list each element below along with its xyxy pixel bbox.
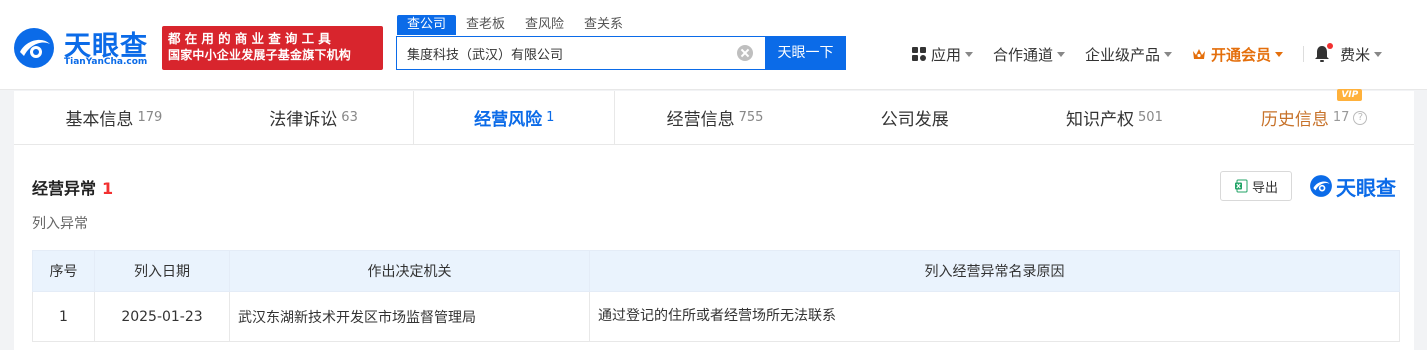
search-button[interactable]: 天眼一下 [765, 36, 846, 70]
clear-icon[interactable] [737, 45, 753, 61]
tab-basic-info[interactable]: 基本信息 179 [14, 91, 214, 144]
nav-partner-label: 合作通道 [993, 45, 1054, 64]
tab-label: 历史信息 [1260, 110, 1329, 130]
chevron-down-icon [1057, 51, 1066, 57]
search-tab-company[interactable]: 查公司 [397, 15, 457, 35]
search-input[interactable] [397, 37, 727, 69]
tab-label: 公司发展 [880, 110, 949, 130]
tab-count: 17 [1332, 110, 1350, 125]
notification-bell[interactable] [1314, 43, 1334, 63]
tab-operation-info[interactable]: 经营信息 755 [615, 91, 815, 144]
notification-dot [1327, 43, 1334, 49]
nav-user[interactable]: 费米 [1340, 44, 1383, 65]
tab-intellectual-property[interactable]: 知识产权 501 [1015, 91, 1215, 144]
cell-authority[interactable]: 武汉东湖新技术开发区市场监督管理局 [229, 291, 590, 342]
brand-text: 天眼查 [1336, 175, 1396, 200]
tianyancha-watermark-logo: 天眼查 [1309, 171, 1396, 201]
col-authority: 作出决定机关 [229, 250, 590, 292]
chevron-down-icon [1374, 51, 1383, 57]
col-index: 序号 [32, 250, 95, 292]
tab-history-info[interactable]: VIP 历史信息 17 ? [1214, 89, 1414, 144]
section-subtitle: 列入异常 [32, 216, 88, 232]
tab-count: 1 [546, 110, 555, 125]
abnormal-operation-section: 经营异常 1 列入异常 导出 天眼查 序号 列入日期 作出决定机关 列入经营异常名… [14, 145, 1414, 350]
top-nav: 应用 合作通道 企业级产品 开通会员 费米 [912, 43, 1402, 65]
chevron-down-icon [965, 51, 974, 57]
nav-enterprise-label: 企业级产品 [1085, 45, 1161, 64]
nav-partner[interactable]: 合作通道 [993, 44, 1066, 65]
search-tab-boss[interactable]: 查老板 [456, 15, 515, 35]
search-tab-relation[interactable]: 查关系 [574, 15, 633, 35]
tab-count: 501 [1138, 110, 1163, 125]
tab-label: 基本信息 [65, 110, 134, 130]
search-type-tabs: 查公司 查老板 查风险 查关系 [397, 15, 633, 35]
excel-icon [1234, 179, 1248, 193]
nav-apps-label: 应用 [931, 45, 962, 64]
search-tab-risk[interactable]: 查风险 [515, 15, 574, 35]
grid-icon [912, 47, 926, 61]
section-count: 1 [102, 179, 114, 198]
company-tabs: 基本信息 179 法律诉讼 63 经营风险 1 经营信息 755 公司发展 知识… [14, 89, 1414, 145]
col-date: 列入日期 [94, 250, 230, 292]
section-title: 经营异常 1 [32, 175, 113, 199]
export-label: 导出 [1251, 180, 1278, 196]
tab-company-development[interactable]: 公司发展 [815, 91, 1015, 144]
section-title-text: 经营异常 [32, 179, 97, 198]
promo-banner[interactable]: 都在用的商业查询工具 国家中小企业发展子基金旗下机构 [162, 26, 383, 70]
col-reason: 列入经营异常名录原因 [589, 250, 1400, 292]
top-header: 天眼查 TianYanCha.com 都在用的商业查询工具 国家中小企业发展子基… [0, 0, 1427, 90]
nav-apps[interactable]: 应用 [912, 44, 974, 65]
abnormal-list-table: 序号 列入日期 作出决定机关 列入经营异常名录原因 1 2025-01-23 武… [32, 250, 1400, 342]
chevron-down-icon [1164, 51, 1173, 57]
tianyancha-logo[interactable]: 天眼查 TianYanCha.com [12, 24, 157, 74]
chevron-down-icon [1275, 51, 1284, 57]
tab-count: 755 [738, 110, 764, 125]
tab-legal[interactable]: 法律诉讼 63 [214, 91, 414, 144]
search-box [396, 36, 766, 70]
tab-label: 经营信息 [666, 110, 735, 130]
banner-subline: 国家中小企业发展子基金旗下机构 [168, 48, 352, 62]
cell-date: 2025-01-23 [94, 291, 230, 342]
logo-icon [14, 28, 54, 68]
tab-label: 知识产权 [1066, 110, 1135, 130]
nav-enterprise[interactable]: 企业级产品 [1085, 44, 1173, 65]
export-button[interactable]: 导出 [1220, 171, 1292, 201]
tab-label: 法律诉讼 [269, 110, 338, 130]
tab-operational-risk[interactable]: 经营风险 1 [413, 91, 616, 144]
tab-label: 经营风险 [474, 110, 543, 130]
nav-divider [1303, 46, 1305, 62]
vip-badge: VIP [1337, 89, 1363, 101]
cell-index: 1 [32, 291, 95, 342]
table-row: 1 2025-01-23 武汉东湖新技术开发区市场监督管理局 通过登记的住所或者… [32, 291, 1400, 342]
logo-icon [1310, 175, 1332, 197]
nav-open-vip[interactable]: 开通会员 [1192, 44, 1284, 65]
banner-slogan: 都在用的商业查询工具 [168, 31, 336, 46]
crown-icon [1193, 49, 1206, 59]
nav-vip-label: 开通会员 [1211, 45, 1272, 64]
user-name: 费米 [1340, 45, 1371, 64]
tab-count: 179 [137, 110, 163, 125]
cell-reason: 通过登记的住所或者经营场所无法联系 [589, 291, 1400, 342]
table-header-row: 序号 列入日期 作出决定机关 列入经营异常名录原因 [32, 250, 1400, 292]
help-icon[interactable]: ? [1353, 110, 1368, 125]
tab-count: 63 [341, 110, 358, 125]
logo-domain: TianYanCha.com [64, 57, 148, 67]
